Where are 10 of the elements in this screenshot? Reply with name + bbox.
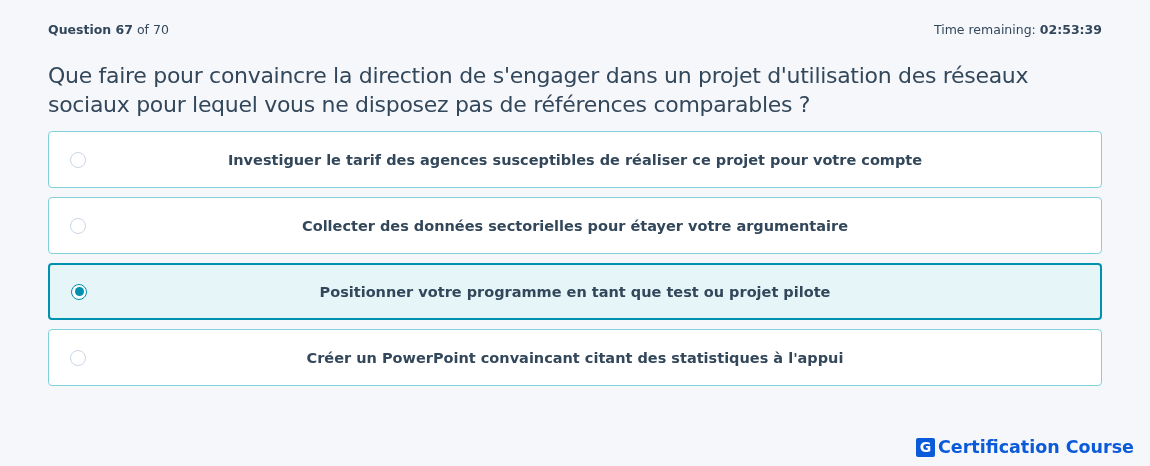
answer-option[interactable]: Investiguer le tarif des agences susceptibles de réaliser ce projet pour votre compte [48, 131, 1102, 188]
answer-option[interactable]: Collecter des données sectorielles pour étayer votre argumentaire [48, 197, 1102, 254]
logo-text: Certification Course [937, 437, 1134, 457]
time-remaining: Time remaining: 02:53:39 [933, 22, 1102, 37]
radio-button[interactable] [71, 283, 87, 300]
answer-option[interactable]: Créer un PowerPoint convaincant citant des statistiques à l'appui [48, 329, 1102, 386]
question-text: Que faire pour convaincre la direction de s'engager dans un projet d'utilisation des réseaux sociaux pour lequel vous ne disposez pas de références comparables ? [48, 62, 1030, 119]
answer-option[interactable]: Positionner votre programme en tant que test ou projet pilote [48, 263, 1102, 320]
logo-mark: G [915, 437, 935, 457]
question-counter: Question 67 of 70 [48, 22, 169, 37]
